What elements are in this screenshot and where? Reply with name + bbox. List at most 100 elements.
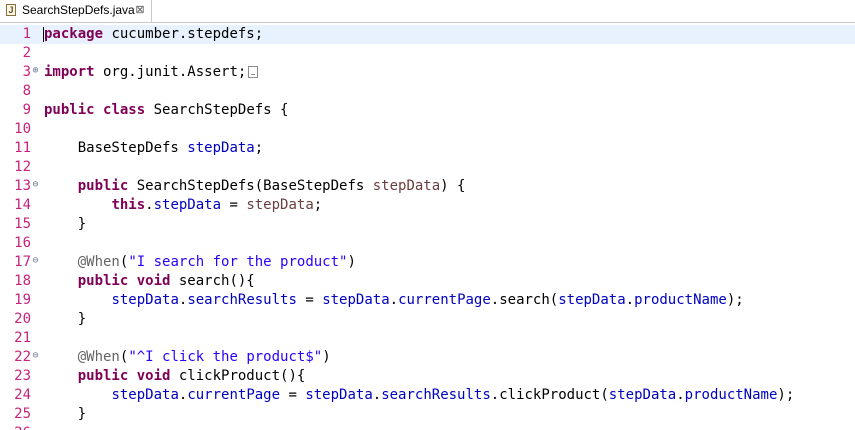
code-token: stepData [153,197,222,213]
code-line[interactable]: 2 [0,44,855,63]
code-token: this [111,197,146,213]
code-line[interactable]: 14 this.stepData = stepData; [0,196,855,215]
line-number: 12 [14,159,31,175]
code-line[interactable]: 17 ⊖ @When("I search for the product") [0,253,855,272]
code-token: cucumber.stepdefs; [103,26,264,42]
code-token: @When [77,349,120,365]
code-text: @When("I search for the product") [44,253,356,272]
code-token: public [77,368,129,384]
tab-search-step-defs[interactable]: J SearchStepDefs.java ⊠ [0,0,152,22]
code-token: "^I click the product$" [128,349,323,365]
folded-imports-icon[interactable] [248,66,259,78]
code-line[interactable]: 11 BaseStepDefs stepData; [0,139,855,158]
editor-tab-bar: J SearchStepDefs.java ⊠ [0,0,855,23]
code-token: ); [777,387,795,403]
code-line[interactable]: 15 } [0,215,855,234]
code-line[interactable]: 18 public void search(){ [0,272,855,291]
code-line[interactable]: 8 [0,82,855,101]
code-token: ) [322,349,331,365]
line-number: 1 [22,26,31,42]
code-line[interactable]: 12 [0,158,855,177]
code-line[interactable]: 3 ⊕ import org.junit.Assert; [0,63,855,82]
code-line[interactable]: 26 [0,424,855,430]
code-line[interactable]: 24 stepData.currentPage = stepData.searc… [0,386,855,405]
close-icon[interactable]: ⊠ [134,3,146,17]
code-token: stepData [322,292,390,308]
code-token: public [44,102,95,118]
code-line[interactable]: 19 stepData.searchResults = stepData.cur… [0,291,855,310]
collapse-fold-icon[interactable]: ⊖ [31,255,40,267]
code-token: stepData [608,387,677,403]
code-text: public void search(){ [44,272,255,291]
code-token: } [44,406,87,422]
java-file-icon: J [6,4,16,16]
line-number: 25 [14,406,31,422]
code-text: } [44,310,86,329]
code-token: org.junit.Assert; [94,64,247,80]
line-number: 19 [14,292,31,308]
line-number: 24 [14,387,31,403]
collapse-fold-icon[interactable]: ⊖ [31,179,40,191]
code-token: SearchStepDefs { [145,102,289,118]
code-line[interactable]: 1 package cucumber.stepdefs; [0,25,855,44]
code-token: stepData [246,197,314,213]
code-token: productName [684,387,778,403]
line-number: 21 [14,330,31,346]
line-number: 22 [14,349,31,365]
expand-fold-icon[interactable]: ⊕ [31,65,40,77]
code-line[interactable]: 22 ⊖ @When("^I click the product$") [0,348,855,367]
code-token: searchResults [381,387,491,403]
code-token: package [44,26,104,42]
code-token: stepData [305,387,373,403]
line-number: 16 [14,235,31,251]
code-text: public SearchStepDefs(BaseStepDefs stepD… [44,177,466,196]
line-number: 13 [14,178,31,194]
code-line[interactable]: 10 [0,120,855,139]
code-token: stepData [111,387,179,403]
code-line[interactable]: 21 [0,329,855,348]
code-line[interactable]: 16 [0,234,855,253]
code-line[interactable]: 25 } [0,405,855,424]
line-number: 11 [14,140,31,156]
code-token: ; [313,197,323,213]
code-token: ); [726,292,744,308]
code-token: void [136,273,171,289]
code-token: BaseStepDefs [44,140,188,156]
code-token: productName [634,292,727,308]
collapse-fold-icon[interactable]: ⊖ [31,350,40,362]
code-line[interactable]: 13 ⊖ public SearchStepDefs(BaseStepDefs s… [0,177,855,196]
code-token: class [103,102,146,118]
code-token: = [221,197,247,213]
code-line[interactable]: 23 public void clickProduct(){ [0,367,855,386]
code-line[interactable]: 9 public class SearchStepDefs { [0,101,855,120]
code-text: } [44,405,86,424]
code-token: . [145,197,154,213]
code-text: } [44,215,86,234]
code-token: @When [77,254,120,270]
code-token: ) { [440,178,466,194]
code-editor[interactable]: 1 package cucumber.stepdefs; 2 3 ⊕ import org… [0,23,855,430]
code-token: stepData [558,292,626,308]
text-cursor [43,27,44,42]
code-token: clickProduct(){ [170,368,306,384]
line-number: 9 [22,102,31,118]
code-line[interactable]: 20 } [0,310,855,329]
code-token: . [372,387,382,403]
tab-title: SearchStepDefs.java [22,3,135,17]
line-number: 23 [14,368,31,384]
code-token: search(){ [170,273,255,289]
code-token: public [77,178,129,194]
line-number: 26 [9,424,31,430]
code-token: import [44,64,95,80]
code-text: package cucumber.stepdefs; [44,25,263,44]
